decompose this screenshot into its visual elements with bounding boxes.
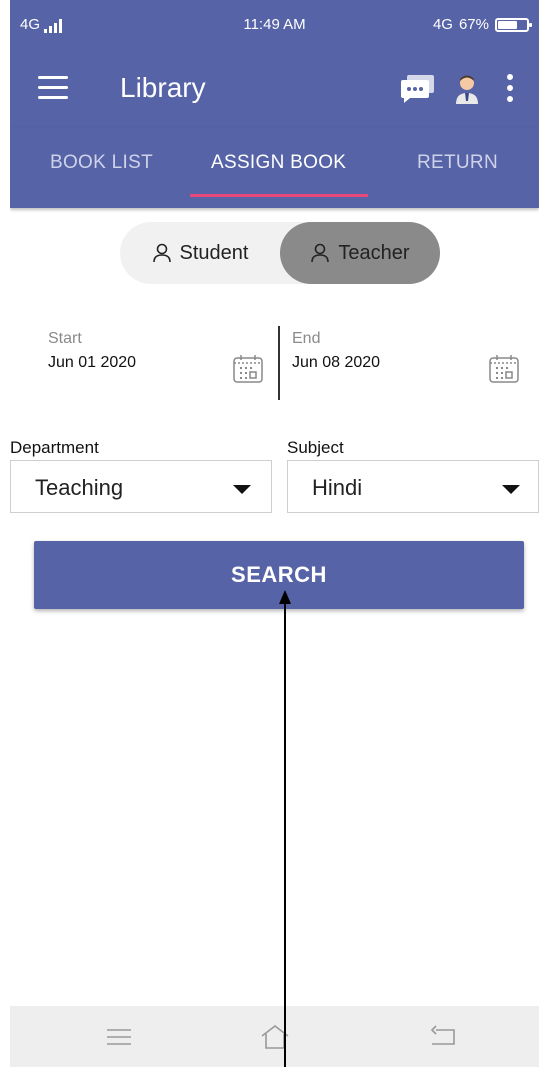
caret-down-icon [233,485,251,494]
end-date-field[interactable]: End Jun 08 2020 [292,330,532,400]
end-date-label: End [292,330,321,347]
home-icon[interactable] [260,1022,290,1052]
status-right: 4G 67% [432,16,532,33]
subject-value: Hindi [312,475,363,500]
app-screen: 4G 11:49 AM 4G 67% Library BOOK LIST ASS… [10,0,539,1067]
calendar-icon[interactable] [488,354,520,384]
role-toggle: Student Teacher [120,222,440,284]
subject-label: Subject [287,438,344,457]
battery-percent: 67% [458,16,489,33]
battery-icon [495,17,532,32]
page-title: Library [120,72,206,103]
date-divider [278,326,280,400]
tab-return[interactable]: RETURN [417,152,498,174]
department-label: Department [10,438,99,457]
student-option[interactable]: Student [120,222,280,284]
tab-assign-book[interactable]: ASSIGN BOOK [211,152,346,174]
teacher-label: Teacher [338,241,410,264]
app-bar: Library [10,52,539,128]
teacher-option[interactable]: Teacher [280,222,440,284]
start-date-field[interactable]: Start Jun 01 2020 [48,330,278,400]
tab-bar: BOOK LIST ASSIGN BOOK RETURN [10,128,539,208]
person-outline-icon [311,243,330,263]
person-outline-icon [152,243,171,263]
caret-down-icon [502,485,520,494]
tab-book-list[interactable]: BOOK LIST [50,152,153,174]
student-label: Student [179,241,249,264]
subject-select[interactable]: Hindi [287,460,539,513]
start-date-label: Start [48,330,82,347]
menu-icon[interactable] [38,76,68,100]
more-vert-icon[interactable] [505,74,515,102]
status-bar: 4G 11:49 AM 4G 67% [10,0,539,52]
department-select[interactable]: Teaching [10,460,272,513]
network-type-right: 4G [432,16,453,33]
menu-nav-icon[interactable] [104,1022,134,1052]
calendar-icon[interactable] [232,354,264,384]
user-avatar-icon[interactable] [454,74,480,104]
system-nav-bar [10,1006,539,1067]
tab-indicator [190,194,368,197]
department-value: Teaching [35,475,124,500]
chat-icon[interactable] [400,74,436,104]
search-button[interactable]: SEARCH [34,541,524,609]
back-icon[interactable] [428,1022,458,1052]
